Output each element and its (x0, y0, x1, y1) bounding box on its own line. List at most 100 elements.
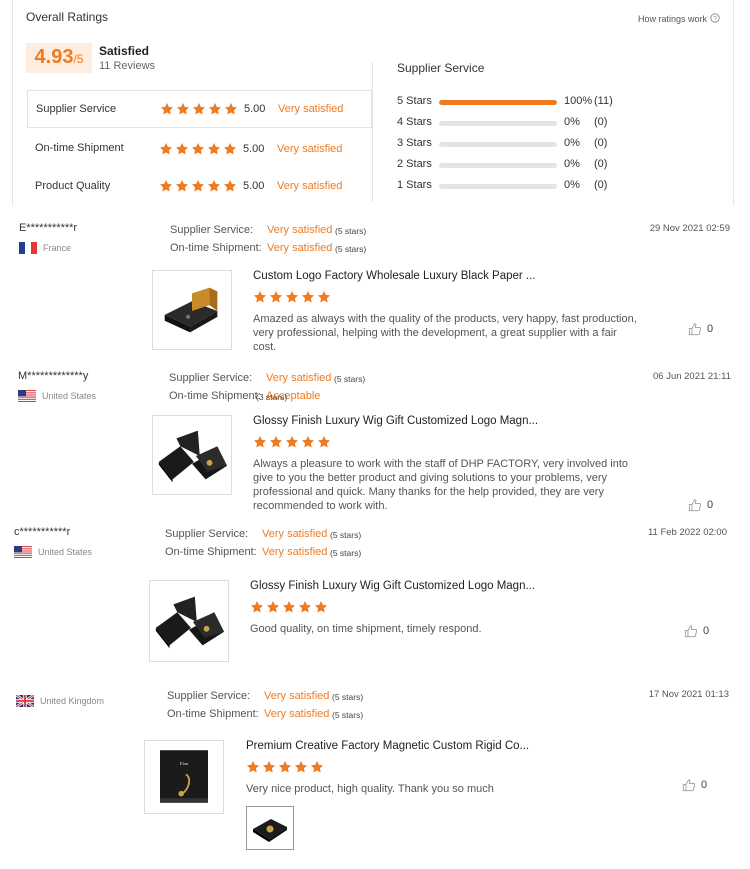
review-text: Very nice product, high quality. Thank y… (246, 783, 494, 795)
review-date: 17 Nov 2021 01:13 (648, 689, 729, 700)
like-button[interactable]: 0 (684, 624, 709, 638)
breakdown-row: 1 Stars 0% (0) (397, 179, 637, 200)
review-item: E***********r France 29 Nov 2021 02:59 Supp… (0, 222, 750, 372)
category-row[interactable]: Product Quality 5.00 Very satisfied (27, 168, 372, 204)
product-title-link[interactable]: Glossy Finish Luxury Wig Gift Customized… (250, 580, 535, 592)
product-title-link[interactable]: Premium Creative Factory Magnetic Custom… (246, 740, 529, 752)
review-count: 11 Reviews (99, 60, 156, 72)
review-photo-thumbnail[interactable] (246, 806, 294, 850)
star-icon (262, 761, 276, 773)
star-icon (310, 761, 324, 773)
review-text: Always a pleasure to work with the staff… (253, 458, 628, 512)
shipment-stars: (3 stars) (256, 392, 288, 402)
shipment-label: On-time Shipment: (169, 390, 261, 402)
breakdown-label: 2 Stars (397, 158, 432, 170)
country-name: United States (38, 547, 93, 557)
svg-text:Elan: Elan (180, 761, 189, 766)
supplier-service-label: Supplier Service: (170, 224, 254, 236)
category-row[interactable]: Supplier Service 5.00 Very satisfied (27, 90, 372, 128)
like-button[interactable]: 0 (688, 322, 713, 336)
star-icon (207, 143, 221, 155)
shipment-stars: (5 stars) (330, 548, 362, 558)
category-stars (159, 179, 237, 193)
supplier-service-label: Supplier Service: (169, 372, 253, 384)
shipment-stars: (5 stars) (332, 710, 364, 720)
like-count: 0 (701, 779, 708, 791)
star-icon (192, 103, 206, 115)
product-rating-stars (250, 600, 328, 614)
like-button[interactable]: 0 (682, 778, 707, 792)
shipment-label: On-time Shipment: (165, 546, 257, 558)
product-thumbnail[interactable] (152, 415, 232, 495)
product-thumbnail[interactable]: Elan (144, 740, 224, 814)
breakdown-row: 2 Stars 0% (0) (397, 158, 637, 179)
breakdown-label: 1 Stars (397, 179, 432, 191)
satisfaction-status: Satisfied (99, 44, 150, 58)
france-flag (19, 242, 37, 254)
star-icon (175, 180, 189, 192)
supplier-service-value: Very satisfied (264, 690, 330, 702)
review-date: 29 Nov 2021 02:59 (649, 223, 730, 234)
product-title-link[interactable]: Custom Logo Factory Wholesale Luxury Bla… (253, 270, 536, 282)
star-icon (285, 436, 299, 448)
review-item: M*************y United States 06 Jun 2021 … (0, 370, 750, 520)
reviewer-country: United Kingdom (16, 695, 104, 707)
supplier-service-value: Very satisfied (266, 372, 332, 384)
star-icon (301, 291, 315, 303)
star-icon (253, 436, 267, 448)
supplier-service-stars: (5 stars) (330, 530, 362, 540)
reviewer-name: M*************y (18, 370, 89, 382)
product-title-link[interactable]: Glossy Finish Luxury Wig Gift Customized… (253, 415, 538, 427)
score-badge: 4.93 /5 (26, 43, 92, 73)
category-row[interactable]: On-time Shipment 5.00 Very satisfied (27, 128, 372, 168)
breakdown-bar (439, 142, 557, 147)
breakdown-bar (439, 163, 557, 168)
star-icon (294, 761, 308, 773)
shipment-stars: (5 stars) (335, 244, 367, 254)
supplier-service-stars: (5 stars) (332, 692, 364, 702)
breakdown-percent: 0% (564, 179, 580, 191)
category-score: 5.00 (244, 103, 266, 115)
how-ratings-work-label: How ratings work (638, 14, 708, 24)
category-rating-table: Supplier Service 5.00 Very satisfied On-… (27, 90, 372, 204)
breakdown-label: 5 Stars (397, 95, 432, 107)
breakdown-bar (439, 121, 557, 126)
breakdown-row: 5 Stars 100% (11) (397, 95, 637, 116)
breakdown-percent: 0% (564, 116, 580, 128)
product-thumbnail[interactable] (152, 270, 232, 350)
star-icon (160, 103, 174, 115)
review-text: Amazed as always with the quality of the… (253, 313, 637, 353)
review-date: 11 Feb 2022 02:00 (647, 527, 727, 538)
reviewer-country: United States (18, 390, 96, 402)
star-icon (159, 180, 173, 192)
product-thumbnail[interactable] (149, 580, 229, 662)
breakdown-percent: 0% (564, 158, 580, 170)
breakdown-count: (11) (594, 95, 613, 107)
star-icon (176, 103, 190, 115)
product-rating-stars (253, 290, 331, 304)
like-button[interactable]: 0 (688, 498, 713, 512)
thumbs-up-icon (682, 779, 695, 792)
how-ratings-work-link[interactable]: How ratings work ? (638, 10, 720, 28)
star-icon (191, 143, 205, 155)
country-name: France (43, 243, 72, 253)
star-icon (298, 601, 312, 613)
panel-divider (372, 62, 373, 202)
supplier-service-stars: (5 stars) (334, 374, 366, 384)
like-count: 0 (703, 625, 710, 637)
star-icon (266, 601, 280, 613)
breakdown-bar-fill (439, 100, 557, 105)
supplier-service-value: Very satisfied (262, 528, 328, 540)
score-value: 4.93 (34, 46, 74, 68)
star-icon (223, 143, 237, 155)
star-icon (250, 601, 264, 613)
shipment-label: On-time Shipment: (167, 708, 259, 720)
star-icon (208, 103, 222, 115)
category-label: Supplier Service (36, 103, 117, 115)
star-icon (317, 436, 331, 448)
category-desc: Very satisfied (278, 103, 344, 115)
shipment-value: Very satisfied (267, 242, 333, 254)
star-icon (253, 291, 267, 303)
breakdown-percent: 100% (564, 95, 593, 107)
star-icon (269, 291, 283, 303)
